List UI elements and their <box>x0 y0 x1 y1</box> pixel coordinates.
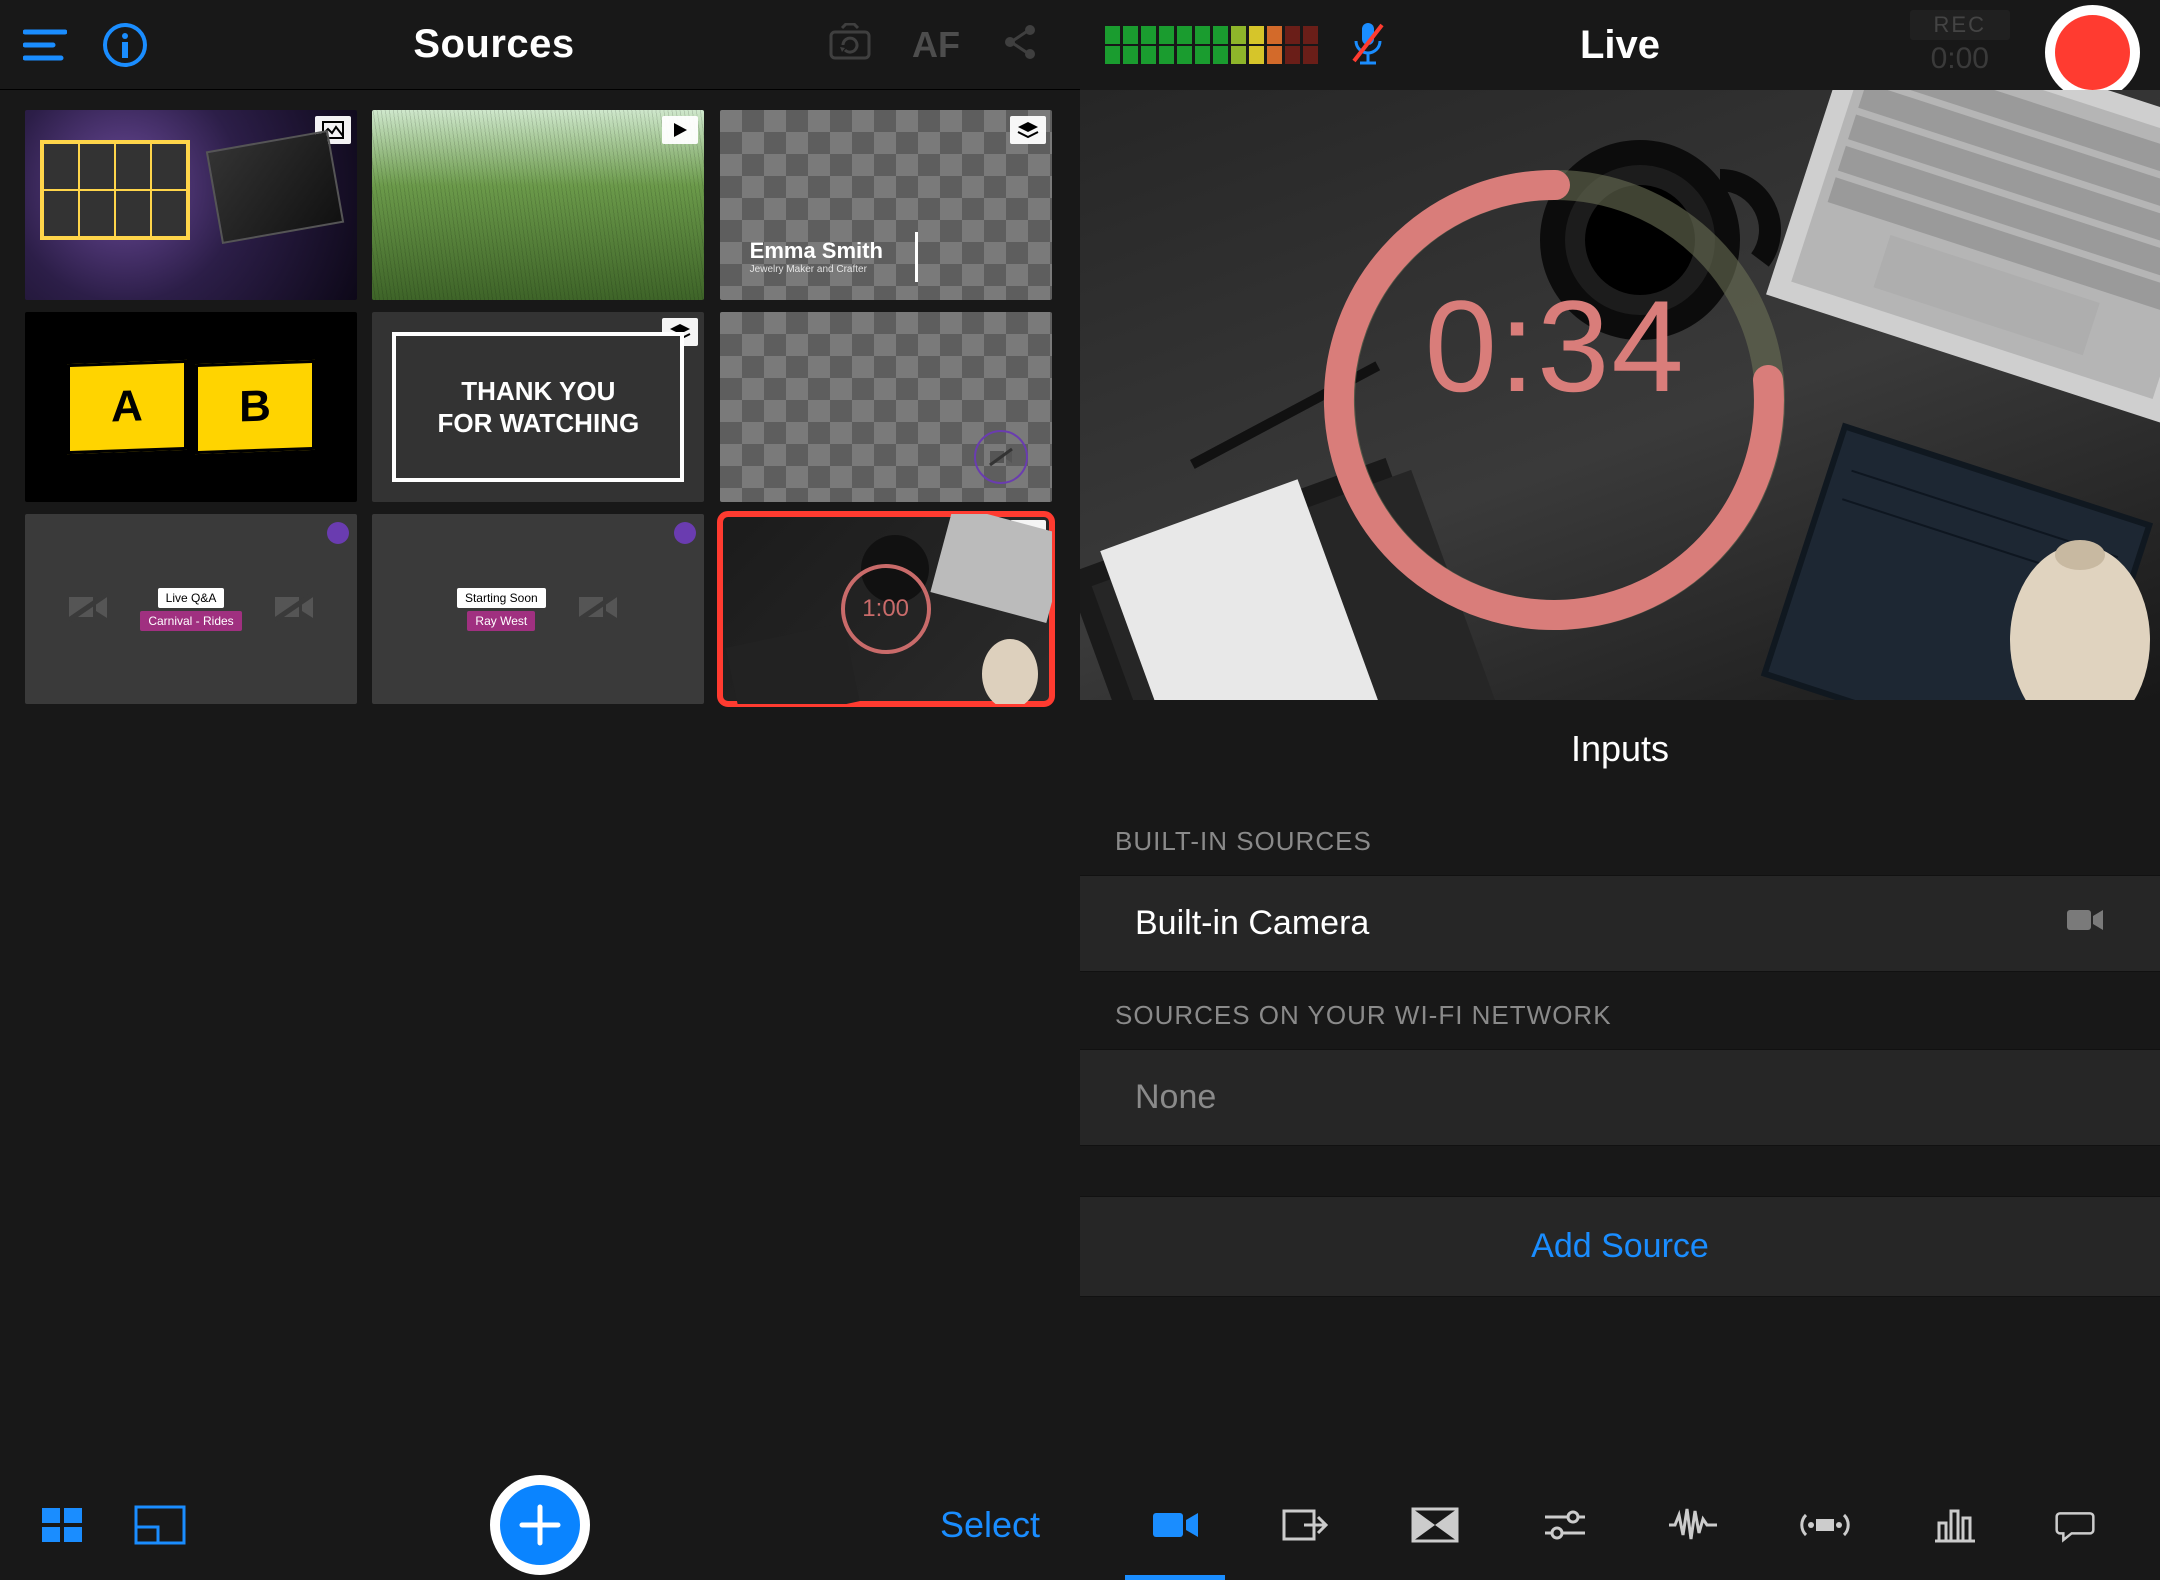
camera-tab-icon[interactable] <box>1145 1470 1205 1580</box>
layout-view-icon[interactable] <box>134 1505 186 1545</box>
tile8-title: Starting Soon <box>457 588 546 608</box>
block-b: B <box>195 360 315 454</box>
share-icon[interactable] <box>1000 22 1040 67</box>
sources-title: Sources <box>160 22 828 67</box>
add-source-button[interactable] <box>490 1475 590 1575</box>
audio-tab-icon[interactable] <box>1665 1470 1725 1580</box>
grid-view-icon[interactable] <box>40 1506 84 1544</box>
section-wifi-label: SOURCES ON YOUR WI-FI NETWORK <box>1080 972 2160 1049</box>
add-source-link[interactable]: Add Source <box>1080 1196 2160 1297</box>
builtin-camera-label: Built-in Camera <box>1135 904 1369 943</box>
tile9-timer: 1:00 <box>841 564 931 654</box>
source-tile-9[interactable]: T 1:00 <box>720 514 1052 704</box>
source-tile-3[interactable]: Emma Smith Jewelry Maker and Crafter <box>720 110 1052 300</box>
left-bottom-bar: Select <box>0 1470 1080 1580</box>
block-a: A <box>67 360 187 454</box>
source-tile-2[interactable] <box>372 110 704 300</box>
tile8-subtitle: Ray West <box>467 611 535 631</box>
right-bottom-bar <box>1080 1470 2160 1580</box>
transition-tab-icon[interactable] <box>1405 1470 1465 1580</box>
inputs-title: Inputs <box>1080 700 2160 798</box>
play-icon <box>662 116 698 144</box>
chat-tab-icon[interactable] <box>2055 1470 2095 1580</box>
camera-flip-icon[interactable] <box>828 23 872 66</box>
camera-off-icon <box>576 590 620 629</box>
camera-off-icon <box>66 590 110 629</box>
autofocus-button[interactable]: AF <box>912 24 960 66</box>
wifi-none-row: None <box>1080 1049 2160 1146</box>
rec-time: 0:00 <box>1910 42 2010 76</box>
stream-tab-icon[interactable] <box>1795 1470 1855 1580</box>
audio-meter <box>1105 26 1318 64</box>
source-tile-8[interactable]: Starting Soon Ray West <box>372 514 704 704</box>
stats-tab-icon[interactable] <box>1925 1470 1985 1580</box>
source-tile-6[interactable] <box>720 312 1052 502</box>
record-button[interactable] <box>2045 5 2140 100</box>
source-tile-1[interactable] <box>25 110 357 300</box>
live-preview[interactable]: 0:34 <box>1080 90 2160 700</box>
thank-you-text: THANK YOU FOR WATCHING <box>392 332 684 482</box>
source-tile-5[interactable]: THANK YOU FOR WATCHING <box>372 312 704 502</box>
tile7-title: Live Q&A <box>158 588 225 608</box>
info-icon[interactable] <box>90 21 160 69</box>
rec-label: REC <box>1910 10 2010 40</box>
live-title: Live <box>1580 23 1660 68</box>
left-header: Sources AF <box>0 0 1080 90</box>
sources-panel: Sources AF <box>0 0 1080 1580</box>
output-tab-icon[interactable] <box>1275 1470 1335 1580</box>
effect-badge-icon <box>327 522 349 544</box>
rec-indicator: REC 0:00 <box>1910 10 2010 76</box>
sources-grid: Emma Smith Jewelry Maker and Crafter A B… <box>0 90 1080 724</box>
camera-off-icon <box>272 590 316 629</box>
builtin-camera-row[interactable]: Built-in Camera <box>1080 875 2160 972</box>
menu-icon[interactable] <box>0 28 90 62</box>
settings-tab-icon[interactable] <box>1535 1470 1595 1580</box>
wifi-none-label: None <box>1135 1078 1216 1117</box>
tile3-subtitle: Jewelry Maker and Crafter <box>750 264 883 275</box>
camera-icon <box>2065 904 2105 943</box>
select-button[interactable]: Select <box>940 1504 1040 1546</box>
source-tile-4[interactable]: A B <box>25 312 357 502</box>
section-builtin-label: BUILT-IN SOURCES <box>1080 798 2160 875</box>
image-icon <box>315 116 351 144</box>
live-panel: Live REC 0:00 <box>1080 0 2160 1580</box>
camera-off-icon <box>974 430 1028 484</box>
layers-icon <box>1010 116 1046 144</box>
tile7-subtitle: Carnival - Rides <box>140 611 241 631</box>
right-header: Live REC 0:00 <box>1080 0 2160 90</box>
effect-badge-icon <box>674 522 696 544</box>
tile3-name: Emma Smith <box>750 238 883 264</box>
mic-mute-icon[interactable] <box>1348 19 1388 72</box>
preview-timer: 0:34 <box>1425 271 1686 421</box>
source-tile-7[interactable]: Live Q&A Carnival - Rides <box>25 514 357 704</box>
